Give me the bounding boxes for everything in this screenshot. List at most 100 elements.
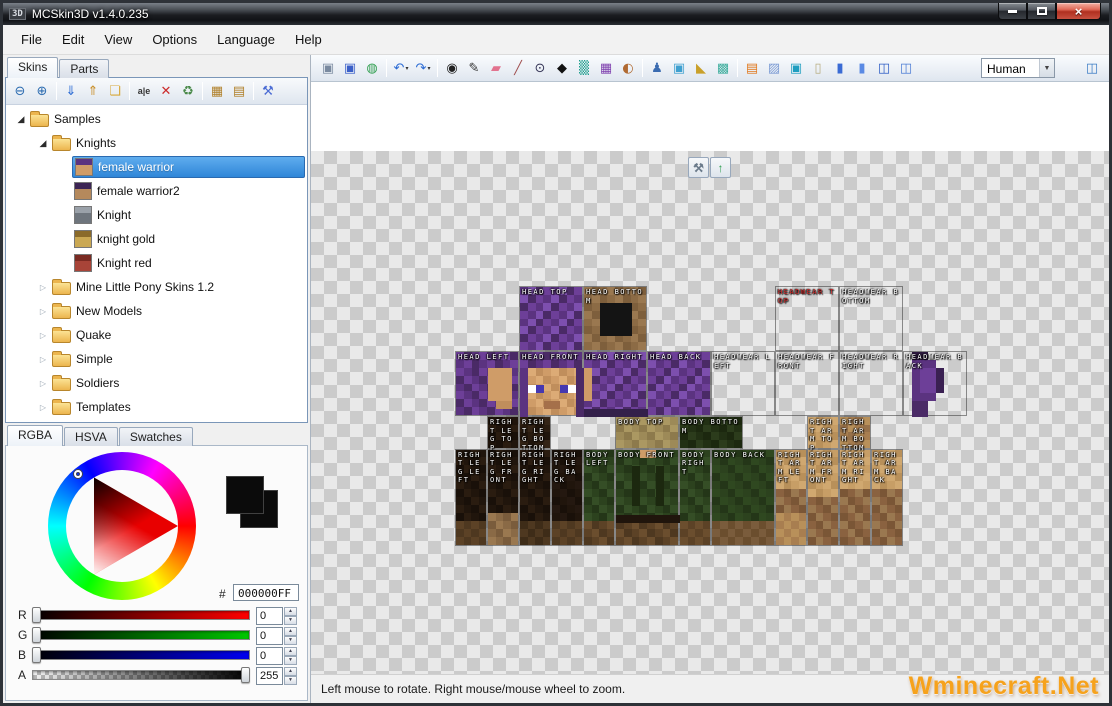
skin-part-right-leg-front[interactable]: RIGHT LEG FRONT [487, 448, 519, 546]
spin-value-a[interactable]: 255 [256, 667, 283, 685]
spin-value-g[interactable]: 0 [256, 627, 283, 645]
menu-options[interactable]: Options [142, 28, 207, 51]
magic-grid-button[interactable]: ▩ [712, 57, 734, 79]
skin-part-head-right[interactable]: HEAD RIGHT [583, 351, 648, 417]
skin-part-body-front[interactable]: BODY FRONT [615, 448, 680, 546]
view-3d-button[interactable]: ▣ [785, 57, 807, 79]
tree-item-mine-little-pony-skins-1-2[interactable]: ▷ Mine Little Pony Skins 1.2 [6, 275, 307, 299]
slider-handle-g[interactable] [32, 627, 41, 643]
menu-language[interactable]: Language [207, 28, 285, 51]
model-part-button[interactable]: ♟ [646, 57, 668, 79]
skin-part-right-arm-bottom[interactable]: RIGHT ARM BOTTOM [839, 416, 871, 452]
redo-button[interactable]: ↷ ▾ [412, 57, 434, 79]
hex-color-input[interactable]: 000000FF [233, 584, 299, 601]
hue-selector-dot[interactable] [74, 470, 82, 478]
skin-part-right-arm-right[interactable]: RIGHT ARM RIGHT [839, 448, 871, 546]
expand-arrow-icon[interactable]: ▷ [36, 403, 50, 412]
spin-up-icon[interactable]: ▲ [284, 627, 297, 636]
list-view-button[interactable]: ▤ [228, 80, 250, 102]
skin-part-head-left[interactable]: HEAD LEFT [455, 351, 519, 416]
spin-value-b[interactable]: 0 [256, 647, 283, 665]
view-texture-button[interactable]: ▤ [741, 57, 763, 79]
expand-arrow-icon[interactable]: ▷ [36, 379, 50, 388]
skin-part-right-leg-top[interactable]: RIGHT LEG TOP [487, 416, 519, 452]
maximize-button[interactable] [1027, 3, 1056, 20]
spin-down-icon[interactable]: ▼ [284, 616, 297, 625]
color-wheel[interactable] [48, 452, 196, 600]
expand-arrow-icon[interactable]: ▷ [36, 307, 50, 316]
view-split-alt-button[interactable]: ◫ [895, 57, 917, 79]
left-tab-skins[interactable]: Skins [7, 57, 59, 78]
skin-part-right-arm-back[interactable]: RIGHT ARM BACK [871, 448, 903, 546]
expand-arrow-icon[interactable]: ▷ [36, 355, 50, 364]
skins-tree[interactable]: ◢ Samples ◢ Knights female warrior female war… [6, 105, 307, 422]
grid-view-button[interactable]: ▦ [206, 80, 228, 102]
skin-part-body-back[interactable]: BODY BACK [711, 448, 775, 546]
skin-part-right-leg-right[interactable]: RIGHT LEG RIGHT [519, 448, 551, 546]
spin-up-icon[interactable]: ▲ [284, 607, 297, 616]
slider-track-r[interactable] [32, 607, 250, 623]
collapse-arrow-icon[interactable]: ◢ [14, 114, 28, 125]
slider-track-a[interactable] [32, 667, 250, 683]
slider-track-g[interactable] [32, 627, 250, 643]
stamp-button[interactable]: ▦ [595, 57, 617, 79]
skin-part-right-arm-top[interactable]: RIGHT ARM TOP [807, 416, 839, 452]
spin-down-icon[interactable]: ▼ [284, 656, 297, 665]
skin-canvas[interactable]: ⚒ ↑ HEAD TOP HEAD BOTTOM HEADWEAR TOP HEADWEA… [311, 151, 1109, 674]
rename-button[interactable]: a|e [133, 80, 155, 102]
new-folder-button[interactable]: ❏ [104, 80, 126, 102]
eraser-button[interactable]: ▰ [485, 57, 507, 79]
skin-part-body-top[interactable]: BODY TOP [615, 416, 679, 449]
skin-part-right-leg-bottom[interactable]: RIGHT LEG BOTTOM [519, 416, 551, 452]
skin-part-right-arm-left[interactable]: RIGHT ARM LEFT [775, 448, 807, 546]
skin-part-right-leg-left[interactable]: RIGHT LEG LEFT [455, 448, 487, 546]
upload-to-minecraft-button[interactable]: ◍ [361, 57, 383, 79]
left-tab-parts[interactable]: Parts [59, 59, 110, 78]
slider-handle-a[interactable] [241, 667, 250, 683]
color-tab-swatches[interactable]: Swatches [118, 427, 193, 446]
skin-part-right-arm-front[interactable]: RIGHT ARM FRONT [807, 448, 839, 546]
dropper-button[interactable]: ╱ [507, 57, 529, 79]
titlebar[interactable]: 3D MCSkin3D v1.4.0.235 × [3, 3, 1109, 25]
skin-part-headwear-front[interactable]: HEADWEAR FRONT [775, 351, 839, 416]
skin-part-head-front[interactable]: HEAD FRONT [519, 351, 584, 417]
view-split-button[interactable]: ◫ [873, 57, 895, 79]
skin-part-body-right[interactable]: BODY RIGHT [679, 448, 711, 546]
tree-item-female-warrior2[interactable]: female warrior2 [6, 179, 307, 203]
slider-handle-b[interactable] [32, 647, 41, 663]
recycle-bin-button[interactable]: ♻ [177, 80, 199, 102]
menu-help[interactable]: Help [285, 28, 332, 51]
save-all-button[interactable]: ▣ [339, 57, 361, 79]
save-button[interactable]: ▣ [317, 57, 339, 79]
skin-part-head-back[interactable]: HEAD BACK [647, 351, 711, 416]
slider-track-b[interactable] [32, 647, 250, 663]
tree-item-new-models[interactable]: ▷ New Models [6, 299, 307, 323]
tree-item-knight-gold[interactable]: knight gold [6, 227, 307, 251]
menu-file[interactable]: File [11, 28, 52, 51]
tools-button[interactable]: ⚒ [257, 80, 279, 102]
zoom-tool-button[interactable]: ⊙ [529, 57, 551, 79]
close-button[interactable]: × [1056, 3, 1101, 20]
skin-part-right-leg-back[interactable]: RIGHT LEG BACK [551, 448, 583, 546]
spin-up-icon[interactable]: ▲ [284, 647, 297, 656]
expand-arrow-icon[interactable]: ▷ [36, 331, 50, 340]
skin-part-body-bottom[interactable]: BODY BOTTOM [679, 416, 743, 449]
tree-item-knight-red[interactable]: Knight red [6, 251, 307, 275]
panel-layout-button[interactable]: ◫ [1081, 57, 1103, 79]
skin-part-headwear-back[interactable]: HEADWEAR BACK [903, 351, 967, 417]
tree-item-templates[interactable]: ▷ Templates [6, 395, 307, 419]
download-skin-button[interactable]: ⇓ [60, 80, 82, 102]
camera-view-button[interactable]: ◉ [441, 57, 463, 79]
screenshot-button[interactable]: ▣ [668, 57, 690, 79]
skin-part-headwear-bottom[interactable]: HEADWEAR BOTTOM [839, 286, 903, 351]
noise-button[interactable]: ▒ [573, 57, 595, 79]
menu-view[interactable]: View [94, 28, 142, 51]
skin-part-headwear-top[interactable]: HEADWEAR TOP [775, 286, 839, 351]
expand-arrow-icon[interactable]: ▷ [36, 283, 50, 292]
tree-item-knights[interactable]: ◢ Knights [6, 131, 307, 155]
view-image-button[interactable]: ▨ [763, 57, 785, 79]
edit-tools-button[interactable]: ⚒ [688, 157, 709, 178]
skin-part-head-bottom[interactable]: HEAD BOTTOM [583, 286, 647, 351]
dodge-burn-button[interactable]: ◐ [617, 57, 639, 79]
zoom-in-button[interactable]: ⊕ [31, 80, 53, 102]
